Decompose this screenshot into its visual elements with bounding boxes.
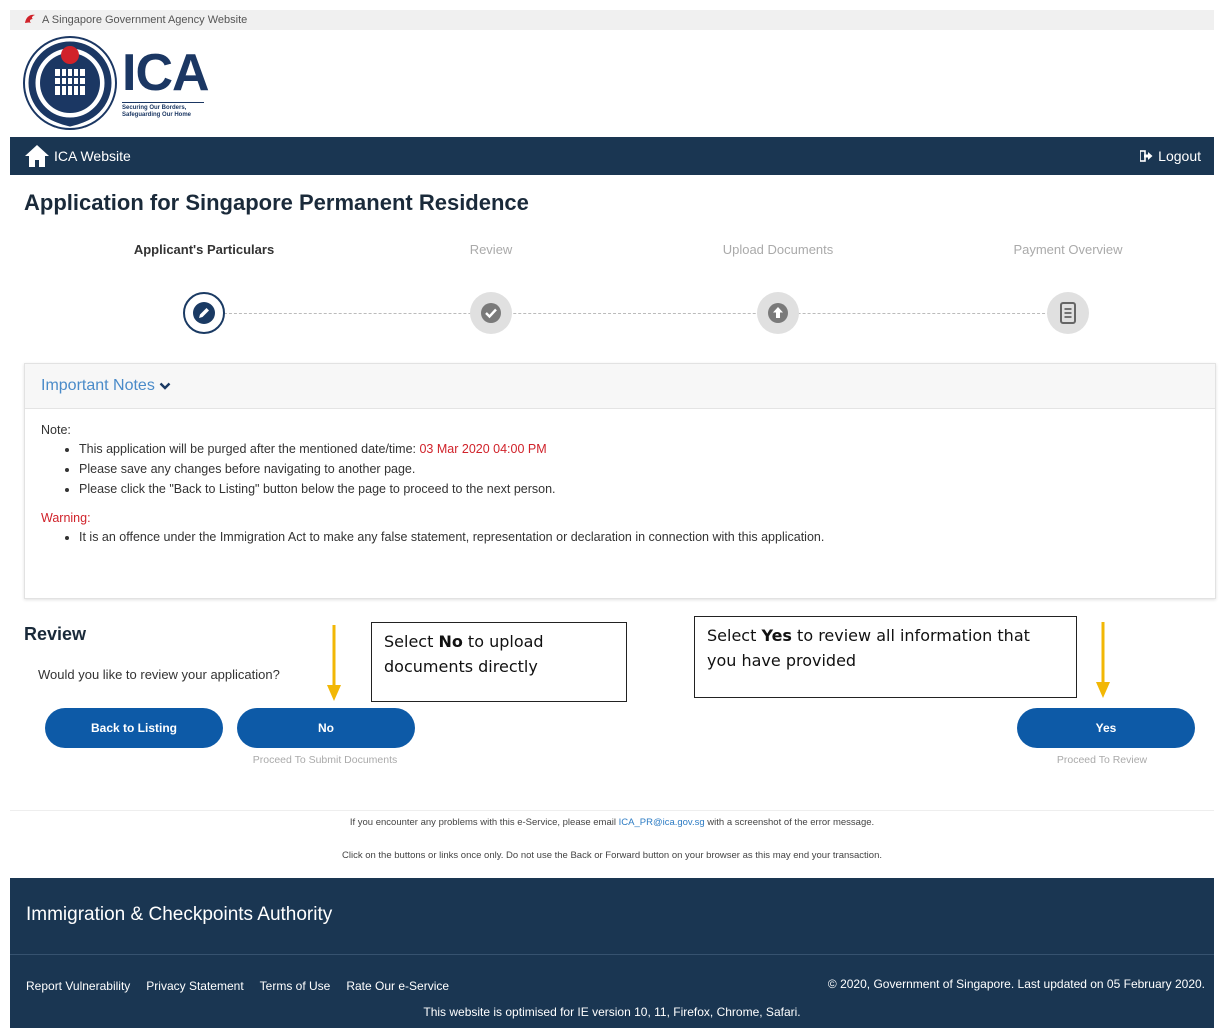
sign-out-icon — [1140, 150, 1153, 162]
footer-link-report-vulnerability[interactable]: Report Vulnerability — [26, 979, 130, 993]
callout-yes-pre: Select — [707, 626, 762, 645]
step-applicant-particulars[interactable] — [183, 292, 225, 334]
warning-item: It is an offence under the Immigration A… — [79, 527, 1199, 547]
logo-title: ICA — [122, 44, 210, 102]
step-review[interactable] — [470, 292, 512, 334]
review-section-title: Review — [24, 624, 87, 644]
help-line-pre: If you encounter any problems with this … — [349, 817, 619, 828]
logout-label: Logout — [1158, 148, 1201, 164]
warning-label: Warning: — [41, 511, 91, 525]
help-email-line: If you encounter any problems with this … — [0, 817, 1224, 828]
footer-authority-name: Immigration & Checkpoints Authority — [26, 904, 333, 925]
callout-no: Select No to upload documents directly — [371, 622, 627, 702]
note-item-back-to-listing: Please click the "Back to Listing" butto… — [79, 479, 1199, 499]
yes-button-caption: Proceed To Review — [1056, 754, 1148, 766]
callout-no-pre: Select — [384, 632, 439, 651]
site-footer: Immigration & Checkpoints Authority Repo… — [10, 878, 1214, 1028]
ica-crest-icon — [23, 36, 117, 130]
logo-rule — [122, 102, 204, 103]
note-purge-text: This application will be purged after th… — [79, 442, 420, 456]
lion-head-icon — [24, 13, 36, 28]
back-to-listing-button[interactable]: Back to Listing — [45, 708, 223, 748]
arrow-down-yes-icon — [1096, 622, 1110, 698]
footer-link-rate-eservice[interactable]: Rate Our e-Service — [346, 979, 449, 993]
home-icon — [25, 145, 49, 167]
ica-logo[interactable]: ICA Securing Our Borders, Safeguarding O… — [22, 34, 210, 132]
important-notes-body: Note: This application will be purged af… — [25, 409, 1215, 547]
yes-button[interactable]: Yes — [1017, 708, 1195, 748]
no-button-caption: Proceed To Submit Documents — [252, 754, 398, 766]
footer-browser-support: This website is optimised for IE version… — [423, 1005, 801, 1019]
step-payment-overview[interactable] — [1047, 292, 1089, 334]
support-email-link[interactable]: ICA_PR@ica.gov.sg — [619, 817, 705, 828]
stepper-connector — [204, 313, 1060, 314]
footer-links: Report Vulnerability Privacy Statement T… — [26, 979, 449, 993]
footer-divider — [10, 954, 1214, 955]
content-divider — [10, 810, 1214, 811]
step-upload-documents[interactable] — [757, 292, 799, 334]
important-notes-panel: Important Notes Note: This application w… — [24, 363, 1216, 599]
ica-website-link[interactable]: ICA Website — [24, 144, 131, 168]
callout-no-bold: No — [438, 632, 463, 651]
edit-badge-icon — [193, 302, 215, 324]
help-line-post: with a screenshot of the error message. — [704, 817, 875, 828]
chevron-down-icon — [159, 382, 171, 390]
ica-website-label: ICA Website — [54, 148, 131, 164]
logout-button[interactable]: Logout — [1140, 148, 1201, 164]
note-list: This application will be purged after th… — [41, 439, 1199, 499]
check-badge-icon — [481, 303, 501, 323]
note-item-purge: This application will be purged after th… — [79, 439, 1199, 459]
important-notes-toggle[interactable]: Important Notes — [25, 364, 1215, 409]
warning-list: It is an offence under the Immigration A… — [41, 527, 1199, 547]
callout-yes: Select Yes to review all information tha… — [694, 616, 1077, 698]
footer-copyright: © 2020, Government of Singapore. Last up… — [827, 977, 1205, 991]
important-notes-title: Important Notes — [41, 377, 155, 394]
step-label-upload-documents[interactable]: Upload Documents — [723, 242, 834, 257]
page-title: Application for Singapore Permanent Resi… — [24, 190, 529, 215]
logo-tagline-1: Securing Our Borders, — [122, 105, 187, 111]
step-label-applicant-particulars[interactable]: Applicant's Particulars — [134, 242, 274, 257]
gov-banner: A Singapore Government Agency Website — [10, 10, 1214, 30]
callout-yes-bold: Yes — [761, 626, 792, 645]
stepper-labels: Applicant's Particulars Review Upload Do… — [0, 242, 1224, 262]
document-list-icon — [1060, 302, 1076, 324]
purge-datetime: 03 Mar 2020 04:00 PM — [419, 442, 547, 456]
step-label-review[interactable]: Review — [470, 242, 513, 257]
step-label-payment-overview[interactable]: Payment Overview — [1013, 242, 1122, 257]
gov-banner-text: A Singapore Government Agency Website — [42, 14, 248, 26]
help-navigation-warning: Click on the buttons or links once only.… — [341, 850, 882, 861]
logo-tagline-2: Safeguarding Our Home — [122, 112, 192, 118]
note-label: Note: — [41, 423, 71, 437]
note-item-save: Please save any changes before navigatin… — [79, 459, 1199, 479]
logo-wordmark: ICA Securing Our Borders, Safeguarding O… — [122, 44, 210, 119]
no-button[interactable]: No — [237, 708, 415, 748]
top-navbar: ICA Website Logout — [10, 137, 1214, 175]
footer-link-privacy-statement[interactable]: Privacy Statement — [146, 979, 243, 993]
upload-badge-icon — [768, 303, 788, 323]
arrow-down-no-icon — [327, 625, 341, 701]
review-question: Would you like to review your applicatio… — [38, 667, 280, 682]
footer-link-terms-of-use[interactable]: Terms of Use — [260, 979, 331, 993]
